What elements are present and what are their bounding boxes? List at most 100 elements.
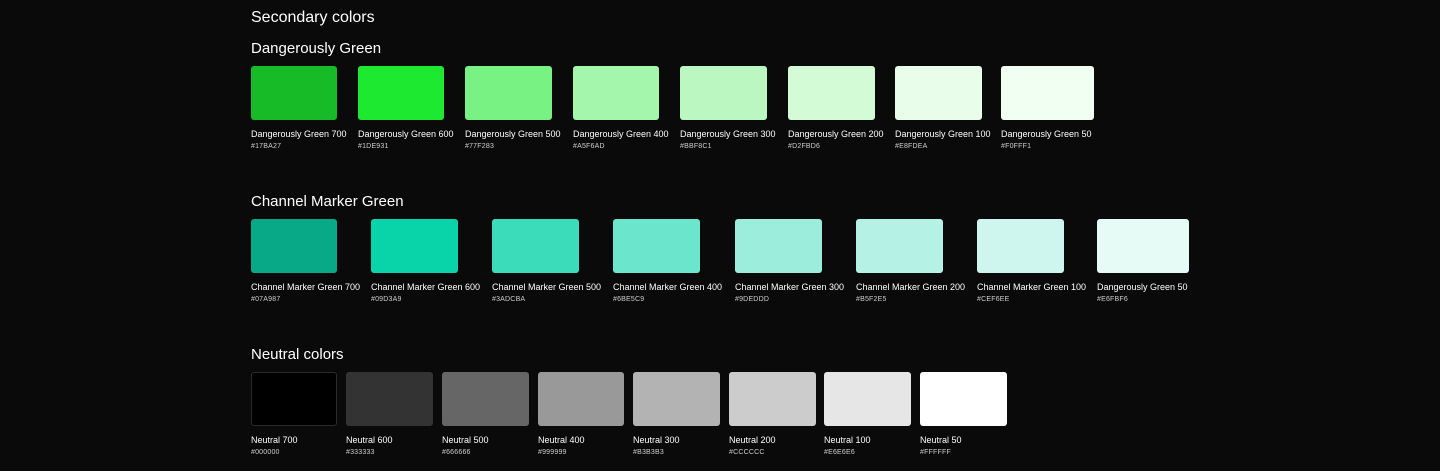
swatch-hex: #CCCCCC [729, 449, 765, 456]
swatch-name: Dangerously Green 300 [680, 129, 776, 139]
swatch-name: Channel Marker Green 100 [977, 282, 1087, 292]
swatch-hex: #A5F6AD [573, 143, 605, 150]
swatch-hex: #E6FBF6 [1097, 296, 1128, 303]
section-title: Dangerously Green [251, 40, 382, 57]
color-chip[interactable] [251, 219, 337, 273]
swatch-hex: #000000 [251, 449, 280, 456]
color-chip[interactable] [371, 219, 458, 273]
color-swatch[interactable]: Channel Marker Green 700 #07A987 [251, 219, 361, 304]
swatch-name: Channel Marker Green 200 [856, 282, 966, 292]
swatch-name: Channel Marker Green 400 [613, 282, 723, 292]
swatch-name: Dangerously Green 100 [895, 129, 991, 139]
color-swatch[interactable]: Dangerously Green 600 #1DE931 [358, 66, 454, 151]
color-swatch[interactable]: Neutral 300 #B3B3B3 [633, 372, 720, 457]
swatch-hex: #333333 [346, 449, 375, 456]
swatch-hex: #CEF6EE [977, 296, 1010, 303]
swatch-hex: #6BE5C9 [613, 296, 645, 303]
color-swatch[interactable]: Dangerously Green 200 #D2FBD6 [788, 66, 884, 151]
color-chip[interactable] [729, 372, 816, 426]
color-swatch[interactable]: Channel Marker Green 600 #09D3A9 [371, 219, 481, 304]
swatch-name: Dangerously Green 500 [465, 129, 561, 139]
color-chip[interactable] [492, 219, 579, 273]
color-swatch[interactable]: Dangerously Green 50 #E6FBF6 [1097, 219, 1189, 304]
swatch-hex: #1DE931 [358, 143, 389, 150]
color-swatch[interactable]: Dangerously Green 100 #E8FDEA [895, 66, 991, 151]
color-chip[interactable] [613, 219, 700, 273]
color-chip[interactable] [358, 66, 444, 120]
swatch-hex: #77F283 [465, 143, 495, 150]
swatch-hex: #B3B3B3 [633, 449, 664, 456]
color-chip[interactable] [977, 219, 1064, 273]
color-swatch[interactable]: Neutral 200 #CCCCCC [729, 372, 816, 457]
swatch-name: Neutral 50 [920, 435, 962, 445]
swatch-hex: #09D3A9 [371, 296, 402, 303]
color-chip[interactable] [1097, 219, 1189, 273]
swatch-name: Dangerously Green 50 [1001, 129, 1092, 139]
color-chip[interactable] [1001, 66, 1094, 120]
swatch-name: Dangerously Green 700 [251, 129, 347, 139]
color-swatch[interactable]: Neutral 50 #FFFFFF [920, 372, 1007, 457]
color-chip[interactable] [735, 219, 822, 273]
color-swatch[interactable]: Dangerously Green 700 #17BA27 [251, 66, 347, 151]
swatch-hex: #07A987 [251, 296, 281, 303]
color-swatch[interactable]: Dangerously Green 50 #F0FFF1 [1001, 66, 1094, 151]
color-chip[interactable] [251, 372, 337, 426]
color-swatch[interactable]: Dangerously Green 500 #77F283 [465, 66, 561, 151]
swatch-name: Dangerously Green 600 [358, 129, 454, 139]
color-chip[interactable] [633, 372, 720, 426]
color-chip[interactable] [442, 372, 529, 426]
swatch-name: Channel Marker Green 500 [492, 282, 602, 292]
swatch-hex: #E8FDEA [895, 143, 928, 150]
color-chip[interactable] [895, 66, 982, 120]
section-title: Neutral colors [251, 346, 344, 363]
color-chip[interactable] [680, 66, 767, 120]
color-swatch[interactable]: Neutral 700 #000000 [251, 372, 337, 457]
color-chip[interactable] [573, 66, 659, 120]
color-chip[interactable] [465, 66, 552, 120]
swatch-name: Neutral 400 [538, 435, 585, 445]
swatch-hex: #9DEDDD [735, 296, 770, 303]
swatch-name: Dangerously Green 50 [1097, 282, 1188, 292]
swatch-name: Neutral 600 [346, 435, 393, 445]
color-swatch[interactable]: Neutral 600 #333333 [346, 372, 433, 457]
color-swatch[interactable]: Channel Marker Green 400 #6BE5C9 [613, 219, 723, 304]
swatch-name: Channel Marker Green 300 [735, 282, 845, 292]
swatch-hex: #BBF8C1 [680, 143, 712, 150]
swatch-name: Neutral 700 [251, 435, 298, 445]
color-swatch[interactable]: Neutral 100 #E6E6E6 [824, 372, 911, 457]
color-chip[interactable] [346, 372, 433, 426]
color-chip[interactable] [824, 372, 911, 426]
swatch-name: Neutral 300 [633, 435, 680, 445]
swatch-name: Neutral 200 [729, 435, 776, 445]
color-swatch[interactable]: Neutral 400 #999999 [538, 372, 624, 457]
swatch-hex: #999999 [538, 449, 567, 456]
color-swatch[interactable]: Channel Marker Green 300 #9DEDDD [735, 219, 845, 304]
swatch-hex: #B5F2E5 [856, 296, 887, 303]
swatch-name: Channel Marker Green 600 [371, 282, 481, 292]
color-chip[interactable] [856, 219, 943, 273]
swatch-hex: #E6E6E6 [824, 449, 855, 456]
swatch-name: Neutral 100 [824, 435, 871, 445]
swatch-hex: #FFFFFF [920, 449, 951, 456]
swatch-name: Channel Marker Green 700 [251, 282, 361, 292]
color-swatch[interactable]: Dangerously Green 400 #A5F6AD [573, 66, 669, 151]
swatch-hex: #17BA27 [251, 143, 282, 150]
swatch-name: Dangerously Green 200 [788, 129, 884, 139]
color-chip[interactable] [920, 372, 1007, 426]
swatch-name: Neutral 500 [442, 435, 489, 445]
color-swatch[interactable]: Neutral 500 #666666 [442, 372, 529, 457]
swatch-hex: #3ADCBA [492, 296, 526, 303]
color-chip[interactable] [538, 372, 624, 426]
color-swatch[interactable]: Dangerously Green 300 #BBF8C1 [680, 66, 776, 151]
color-swatch[interactable]: Channel Marker Green 500 #3ADCBA [492, 219, 602, 304]
page-title: Secondary colors [251, 9, 375, 26]
color-swatch[interactable]: Channel Marker Green 200 #B5F2E5 [856, 219, 966, 304]
swatch-name: Dangerously Green 400 [573, 129, 669, 139]
section-title: Channel Marker Green [251, 193, 404, 210]
color-chip[interactable] [251, 66, 337, 120]
color-swatch[interactable]: Channel Marker Green 100 #CEF6EE [977, 219, 1087, 304]
color-chip[interactable] [788, 66, 875, 120]
swatch-hex: #D2FBD6 [788, 143, 821, 150]
swatch-hex: #666666 [442, 449, 471, 456]
swatch-hex: #F0FFF1 [1001, 143, 1032, 150]
